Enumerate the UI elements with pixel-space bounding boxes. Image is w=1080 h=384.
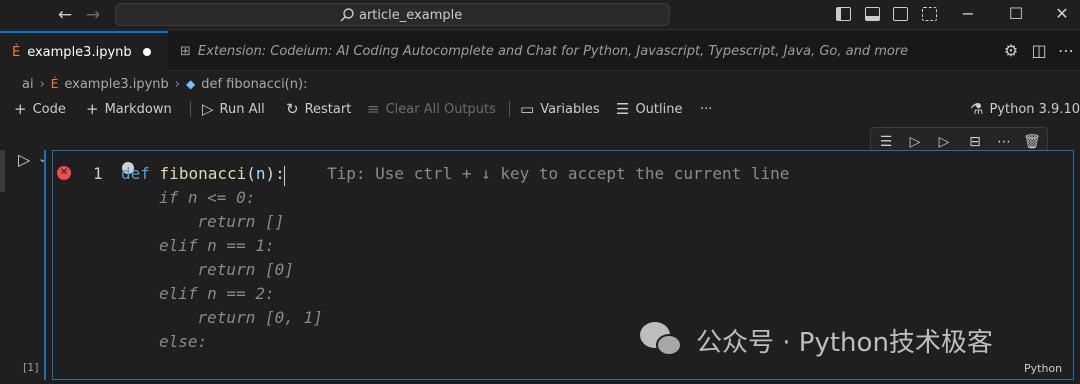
close-window-icon[interactable]: ✕ [1052, 4, 1072, 24]
restart-icon: ↻ [286, 100, 299, 118]
kernel-label: Python 3.9.10 [989, 101, 1080, 117]
open-paren: ( [246, 164, 256, 183]
wechat-logo-icon [640, 318, 684, 362]
tab-extension-codeium[interactable]: ⊞ Extension: Codeium: AI Coding Autocomp… [168, 31, 908, 71]
breadcrumb-file[interactable]: example3.ipynb [64, 77, 168, 92]
ghost-line: return [] [159, 212, 285, 231]
toolbar-divider [190, 101, 191, 117]
chevron-right-icon: › [39, 76, 45, 92]
customize-layout-icon[interactable] [922, 7, 937, 21]
ghost-line: else: [159, 332, 208, 351]
tab-example3-ipynb[interactable]: Ѐ example3.ipynb [0, 31, 168, 71]
toggle-secondary-sidebar-icon[interactable] [893, 7, 908, 21]
kernel-picker[interactable]: ⚗ Python 3.9.10 [970, 96, 1080, 122]
command-center-search[interactable]: article_example [115, 3, 670, 26]
run-all-icon: ▷ [202, 100, 214, 118]
keyword-def: def [121, 164, 150, 183]
delete-cell-icon[interactable]: 🗑 [1021, 132, 1043, 152]
title-bar: ← → article_example − ☐ ✕ [0, 0, 1080, 30]
outline-button[interactable]: ☰ Outline [616, 96, 682, 122]
clear-all-outputs-button[interactable]: ≡ Clear All Outputs [367, 96, 496, 122]
toolbar-divider [509, 101, 510, 117]
watermark-text: 公众号 · Python技术极客 [696, 327, 993, 358]
outline-icon: ☰ [616, 100, 630, 118]
inline-tip: Tip: Use ctrl + ↓ key to accept the curr… [327, 164, 790, 183]
close-paren-colon: ): [265, 164, 285, 183]
ghost-line: return [0, 1] [159, 308, 323, 327]
notebook-file-icon: Ѐ [12, 44, 21, 60]
minimize-icon[interactable]: − [958, 4, 978, 24]
error-icon[interactable]: ✕ [57, 166, 71, 180]
add-code-label: Code [32, 101, 66, 117]
add-markdown-label: Markdown [104, 101, 172, 117]
run-all-label: Run All [219, 101, 265, 117]
text-cursor [284, 166, 285, 186]
scroll-indicator [0, 150, 5, 192]
toolbar-more-button[interactable]: ··· [700, 96, 712, 122]
more-actions-icon[interactable]: ⋯ [1056, 41, 1076, 61]
variables-button[interactable]: ▭ Variables [520, 96, 600, 122]
kernel-icon: ⚗ [970, 100, 984, 118]
outline-label: Outline [635, 101, 683, 117]
execution-count: [1] [23, 361, 39, 374]
run-all-button[interactable]: ▷ Run All [202, 96, 265, 122]
settings-gear-icon[interactable]: ⚙ [1001, 41, 1021, 61]
add-code-cell-button[interactable]: + Code [14, 96, 66, 122]
clear-outputs-icon: ≡ [367, 100, 380, 118]
tab-label: example3.ipynb [27, 44, 132, 60]
ghost-line: elif n == 1: [159, 236, 275, 255]
breadcrumb-symbol[interactable]: def fibonacci(n): [201, 77, 307, 92]
search-icon [340, 8, 354, 22]
toggle-primary-sidebar-icon[interactable] [836, 7, 851, 21]
plus-icon: + [86, 100, 99, 118]
cell-language-label[interactable]: Python [1024, 362, 1062, 375]
python-icon: ◆ [185, 77, 196, 91]
variables-label: Variables [540, 101, 600, 117]
restart-label: Restart [304, 101, 352, 117]
back-arrow-icon[interactable]: ← [55, 5, 75, 25]
execute-above-icon[interactable]: ▷ [904, 132, 926, 152]
split-cell-icon[interactable]: ⊟ [964, 132, 986, 152]
ghost-line: return [0] [159, 260, 294, 279]
clear-all-outputs-label: Clear All Outputs [385, 101, 496, 117]
ghost-line: if n <= 0: [159, 188, 256, 207]
param-name: n [255, 164, 266, 183]
execute-below-icon[interactable]: ▷ [933, 132, 955, 152]
split-editor-icon[interactable]: ◫ [1029, 41, 1049, 61]
run-by-line-icon[interactable]: ☰ [875, 132, 897, 152]
toggle-panel-icon[interactable] [865, 7, 880, 21]
cell-more-icon[interactable]: ⋯ [993, 132, 1015, 152]
chevron-right-icon: › [174, 76, 180, 92]
restart-button[interactable]: ↻ Restart [286, 96, 351, 122]
extension-icon: ⊞ [180, 43, 191, 59]
ghost-line: elif n == 2: [159, 284, 275, 303]
breadcrumb: ai › Ѐ example3.ipynb › ◆ def fibonacci(… [22, 75, 307, 93]
search-text: article_example [359, 7, 463, 23]
variables-icon: ▭ [520, 100, 535, 118]
notebook-toolbar: + Code + Markdown ▷ Run All ↻ Restart ≡ … [0, 96, 1080, 122]
code-line-1[interactable]: def fibonacci(n): [121, 164, 285, 183]
plus-icon: + [14, 100, 27, 118]
line-number: 1 [93, 164, 103, 183]
more-label: ··· [700, 101, 713, 117]
watermark: 公众号 · Python技术极客 [640, 318, 993, 362]
function-name: fibonacci [159, 164, 247, 183]
maximize-icon[interactable]: ☐ [1006, 4, 1026, 24]
notebook-file-icon: Ѐ [50, 77, 59, 91]
editor-tab-bar: Ѐ example3.ipynb ⊞ Extension: Codeium: A… [0, 31, 1080, 71]
forward-arrow-icon[interactable]: → [83, 5, 103, 25]
tab-label: Extension: Codeium: AI Coding Autocomple… [197, 43, 909, 59]
unsaved-dot-icon[interactable] [142, 48, 151, 56]
cell-focus-bar [44, 150, 46, 380]
add-markdown-cell-button[interactable]: + Markdown [86, 96, 172, 122]
breadcrumb-root[interactable]: ai [22, 77, 34, 92]
run-cell-icon[interactable]: ▷ [18, 150, 30, 170]
